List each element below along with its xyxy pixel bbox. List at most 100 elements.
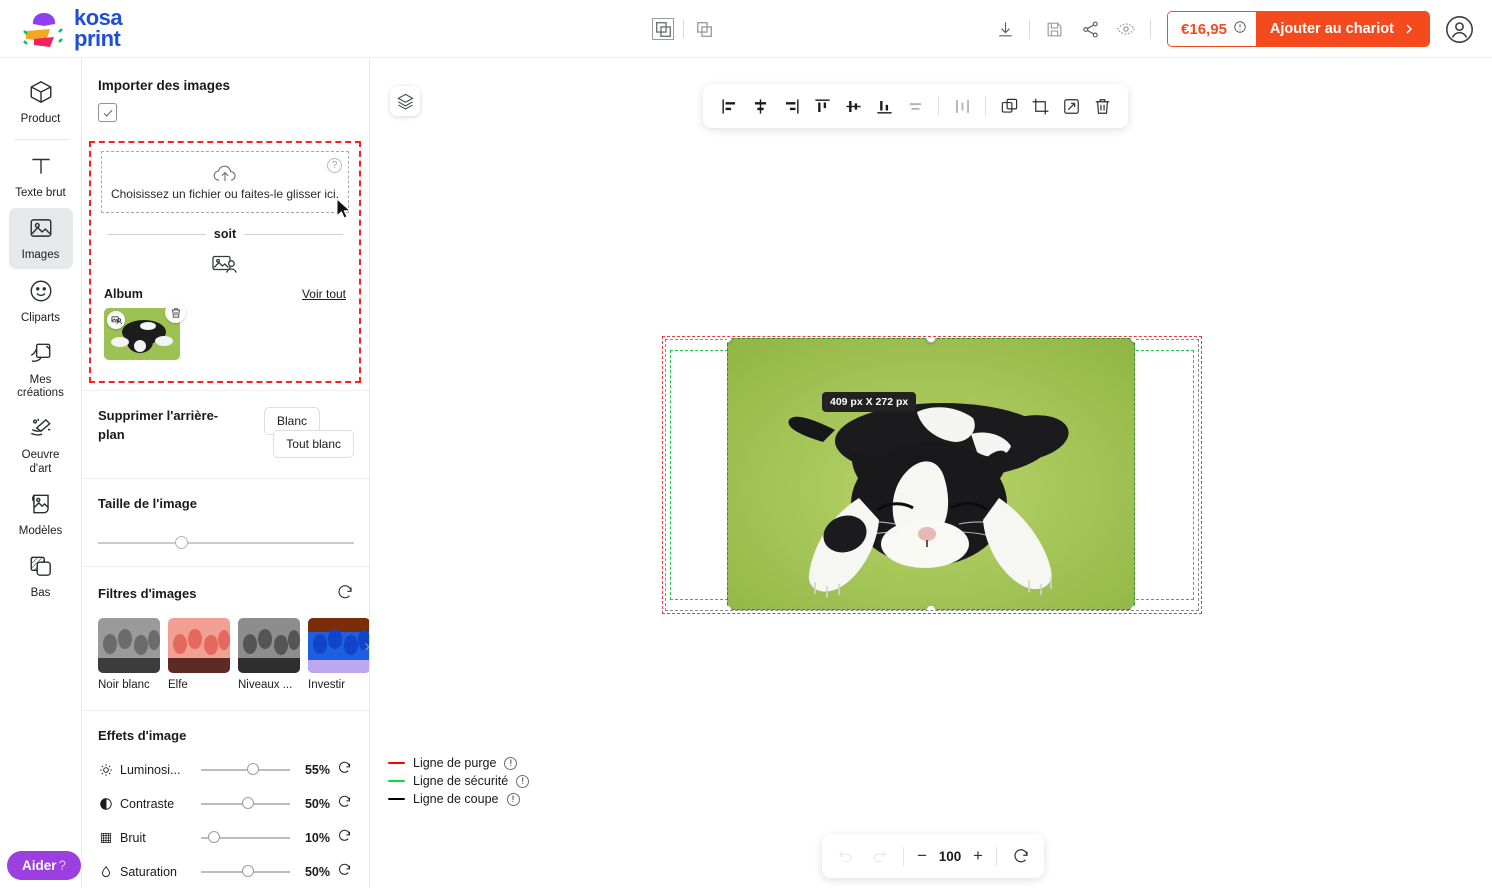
sidebar-item-texte-brut[interactable]: Texte brut	[9, 146, 73, 206]
effect-label-contraste: Contraste	[120, 796, 175, 811]
brand-logo[interactable]: kosa print	[20, 7, 123, 50]
effect-reset-contraste[interactable]	[337, 794, 354, 814]
mouse-cursor	[336, 197, 352, 225]
help-button-label: Aider	[22, 858, 57, 873]
rail-divider	[13, 139, 68, 141]
align-center-horizontal-icon[interactable]	[746, 91, 774, 121]
sidebar-item-mes-creations[interactable]: Mes créations	[9, 333, 73, 406]
align-top-icon[interactable]	[808, 91, 836, 121]
image-library-icon[interactable]	[101, 253, 349, 277]
add-to-cart-button[interactable]: Ajouter au chariot	[1255, 12, 1429, 46]
crop-icon[interactable]	[1026, 91, 1054, 121]
zoom-reset-icon[interactable]	[1006, 841, 1036, 871]
effect-reset-bruit[interactable]	[337, 828, 354, 848]
align-left-icon[interactable]	[715, 91, 743, 121]
user-avatar-icon[interactable]	[1442, 12, 1476, 46]
import-checkbox[interactable]	[98, 103, 117, 122]
effect-slider-saturation[interactable]	[201, 865, 290, 878]
image-size-knob[interactable]	[174, 535, 188, 549]
effect-slider-contraste[interactable]	[201, 797, 290, 810]
duplicate-icon[interactable]	[995, 91, 1023, 121]
cart-widget: €16,95 Ajouter au chariot	[1167, 11, 1430, 47]
redo-icon	[864, 841, 894, 871]
dimension-badge: 409 px X 272 px	[822, 392, 917, 412]
legend-swatch-purge	[388, 761, 405, 765]
resize-icon[interactable]	[1057, 91, 1085, 121]
effect-knob-saturation[interactable]	[241, 865, 254, 878]
divider-line-right	[244, 233, 344, 235]
sidebar-item-cliparts[interactable]: Cliparts	[9, 271, 73, 331]
filters-section: Filtres d'images Noir blanc Elfe Niveaux…	[82, 566, 369, 709]
legend-row-securite: Ligne de sécurité !	[388, 774, 530, 788]
sidebar-item-oeuvre-dart[interactable]: Oeuvre d'art	[9, 408, 73, 481]
effect-row-contraste: Contraste 50%	[98, 794, 354, 814]
align-bottom-icon[interactable]	[870, 91, 898, 121]
zoom-in-button[interactable]: +	[969, 846, 987, 866]
filter-item-elfe[interactable]: Elfe	[168, 618, 230, 691]
share-icon[interactable]	[1072, 12, 1108, 46]
layers-icon[interactable]	[390, 86, 420, 116]
artboard	[662, 336, 1202, 614]
page-back-icon[interactable]	[689, 14, 719, 44]
legend-info-purge-icon[interactable]: !	[504, 756, 518, 770]
sidebar-item-modeles[interactable]: Modèles	[9, 484, 73, 544]
effect-slider-luminosite[interactable]	[201, 763, 290, 776]
filter-item-noir-blanc[interactable]: Noir blanc	[98, 618, 160, 691]
effect-knob-luminosite[interactable]	[247, 763, 260, 776]
image-size-slider[interactable]	[98, 535, 354, 550]
save-icon[interactable]	[1036, 12, 1072, 46]
resize-handle-bottom-center[interactable]	[926, 605, 936, 610]
sidebar-label-cliparts: Cliparts	[21, 311, 60, 324]
sidebar-item-images[interactable]: Images	[8, 208, 73, 269]
image-swap-icon[interactable]	[107, 311, 125, 329]
sidebar-item-product[interactable]: Product	[9, 72, 73, 132]
effect-slider-bruit[interactable]	[201, 831, 290, 844]
effect-reset-luminosite[interactable]	[337, 760, 354, 780]
left-nav-rail: Product Texte brut Images Cliparts Mes c…	[0, 58, 82, 888]
filter-item-investir[interactable]: Investir	[308, 618, 369, 691]
sidebar-label-product: Product	[20, 113, 61, 125]
align-middle-vertical-icon[interactable]	[839, 91, 867, 121]
object-align-toolbar	[703, 84, 1128, 128]
album-view-all-link[interactable]: Voir tout	[302, 287, 346, 301]
legend-info-coupe-icon[interactable]: !	[506, 792, 520, 806]
cloud-upload-icon	[213, 165, 236, 181]
effect-value-luminosite: 55%	[304, 762, 330, 777]
preview-icon[interactable]	[1108, 12, 1144, 46]
background-tout-blanc-button[interactable]: Tout blanc	[273, 430, 354, 458]
file-dropzone[interactable]: ? Choisissez un fichier ou faites-le gli…	[101, 151, 349, 213]
delete-icon[interactable]	[1088, 91, 1116, 121]
selected-image-object[interactable]	[727, 338, 1135, 610]
cart-price-value: €16,95	[1181, 20, 1227, 38]
legend-row-purge: Ligne de purge !	[388, 756, 529, 770]
sidebar-label-images: Images	[21, 249, 60, 262]
effect-knob-bruit[interactable]	[208, 831, 221, 844]
help-question-icon[interactable]: ?	[327, 158, 342, 173]
filter-item-niveaux[interactable]: Niveaux ...	[238, 618, 300, 691]
sidebar-item-bas[interactable]: Bas	[9, 546, 73, 606]
zoom-divider-1	[903, 846, 905, 866]
resize-handle-bottom-right[interactable]	[1130, 605, 1135, 610]
effect-value-bruit: 10%	[304, 830, 330, 845]
filter-thumb-investir	[308, 618, 369, 673]
image-icon	[28, 215, 54, 246]
page-front-icon[interactable]	[648, 14, 678, 44]
align-right-icon[interactable]	[777, 91, 805, 121]
effect-label-saturation: Saturation	[120, 864, 177, 879]
effect-value-contraste: 50%	[304, 796, 330, 811]
legend-label-coupe: Ligne de coupe	[413, 792, 499, 806]
info-circle-icon[interactable]	[1233, 20, 1247, 38]
design-canvas: 409 px X 272 px Ligne de purge ! Ligne d…	[370, 58, 1492, 888]
cart-price-box: €16,95	[1168, 12, 1256, 46]
delete-thumbnail-icon[interactable]	[165, 302, 186, 323]
legend-row-coupe: Ligne de coupe !	[388, 792, 529, 806]
download-icon[interactable]	[987, 12, 1023, 46]
filter-label-investir: Investir	[308, 679, 346, 691]
effect-knob-contraste[interactable]	[241, 797, 254, 810]
zoom-out-button[interactable]: −	[913, 846, 931, 866]
legend-info-securite-icon[interactable]: !	[516, 774, 530, 788]
legend-label-purge: Ligne de purge	[413, 756, 497, 770]
effect-reset-saturation[interactable]	[337, 862, 354, 882]
help-button[interactable]: Aider?	[7, 851, 82, 880]
filters-reset-icon[interactable]	[336, 583, 354, 606]
